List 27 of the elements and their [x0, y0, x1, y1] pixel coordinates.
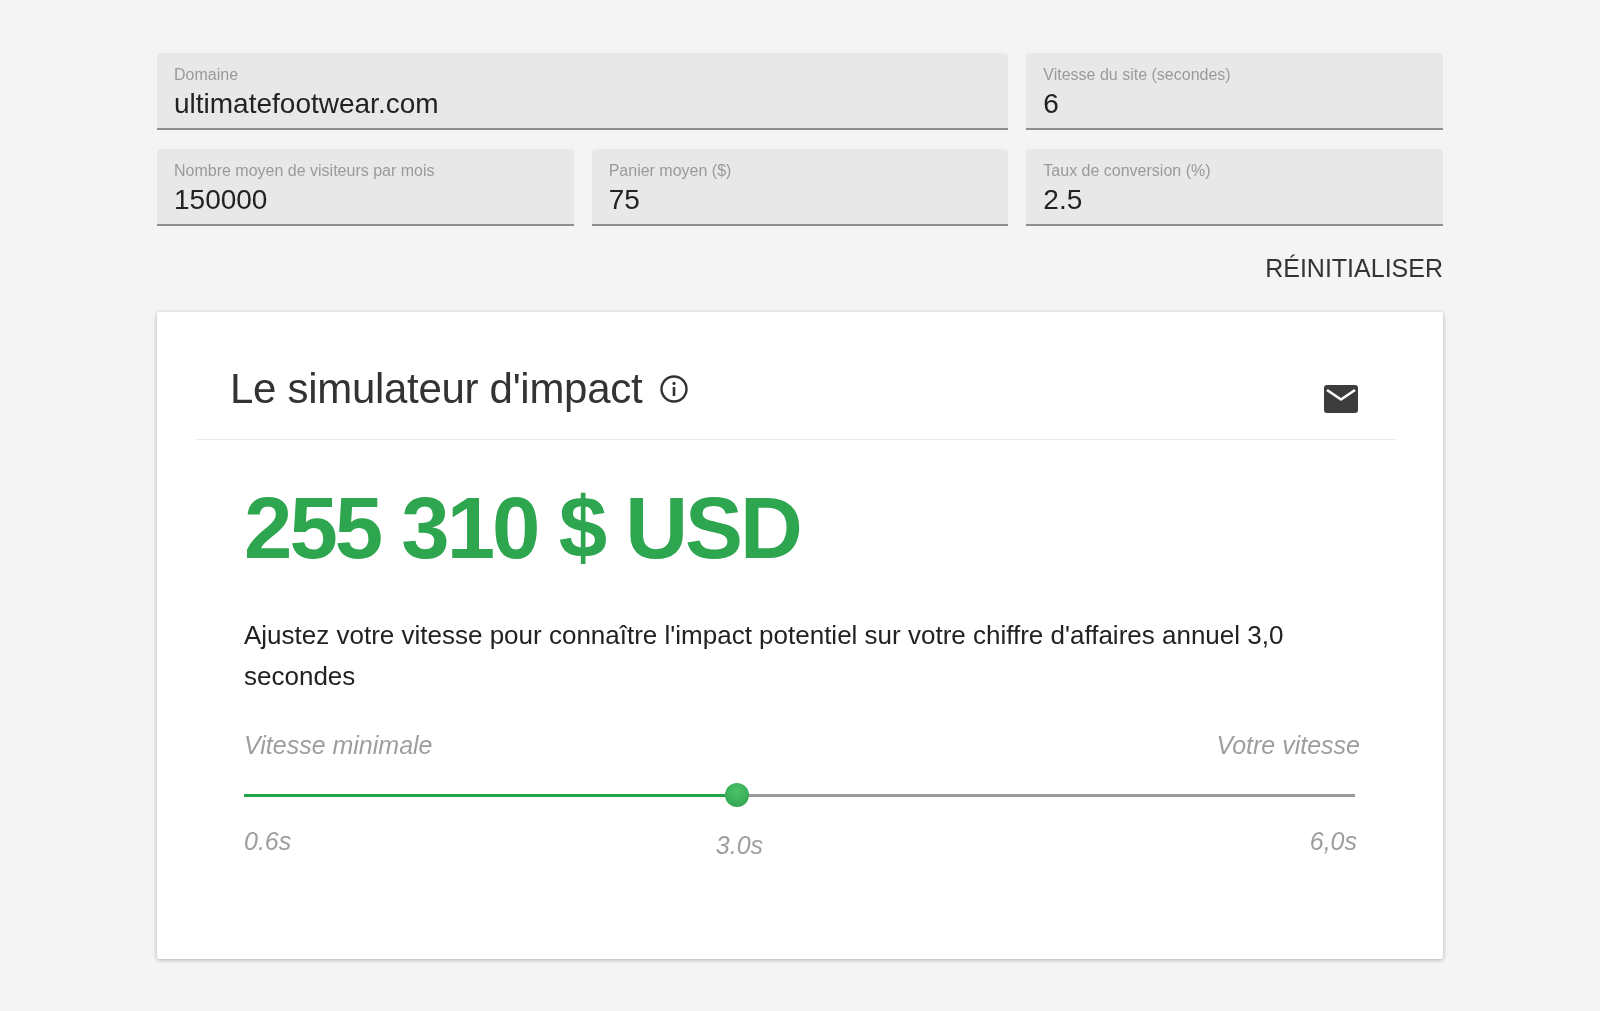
- field-label: Domaine: [174, 65, 239, 85]
- field-input[interactable]: 2.5: [1043, 183, 1095, 216]
- description-text: Ajustez votre vitesse pour connaître l'impact potentiel sur votre chiffre d'affaires annuel 3,0 secondes: [244, 619, 1285, 693]
- field-label: Vitesse du site (secondes): [1043, 65, 1231, 85]
- field-label: Panier moyen ($): [608, 161, 732, 181]
- field-input[interactable]: 6: [1043, 87, 1063, 120]
- slider-max-label: Votre vitesse: [1216, 730, 1360, 760]
- revenue-amount: 255 310 $ USD: [244, 478, 801, 577]
- text-field[interactable]: Panier moyen ($) 75: [591, 149, 1009, 226]
- field-label: Nombre moyen de visiteurs par mois: [174, 161, 435, 181]
- slider-thumb[interactable]: [725, 783, 750, 807]
- slider-end-tick: 6,0s: [1309, 826, 1357, 856]
- mail-icon[interactable]: [1324, 384, 1358, 413]
- text-field[interactable]: Taux de conversion (%) 2.5: [1026, 149, 1443, 226]
- slider-min-label: Vitesse minimale: [244, 730, 433, 760]
- field-input[interactable]: ultimatefootwear.com: [174, 87, 490, 120]
- card-title: Le simulateur d'impact: [230, 364, 643, 413]
- slider-start-tick: 0.6s: [244, 826, 292, 856]
- slider-current-value: 3.0s: [715, 830, 764, 860]
- field-input[interactable]: 75: [608, 183, 644, 216]
- info-icon[interactable]: [660, 374, 689, 403]
- reset-button[interactable]: RÉINITIALISER: [1265, 248, 1443, 288]
- field-label: Taux de conversion (%): [1043, 161, 1211, 181]
- text-field[interactable]: Domaine ultimatefootwear.com: [157, 53, 1009, 130]
- field-input[interactable]: 150000: [174, 183, 272, 216]
- text-field[interactable]: Vitesse du site (secondes) 6: [1026, 53, 1443, 130]
- text-field[interactable]: Nombre moyen de visiteurs par mois 150000: [157, 149, 574, 226]
